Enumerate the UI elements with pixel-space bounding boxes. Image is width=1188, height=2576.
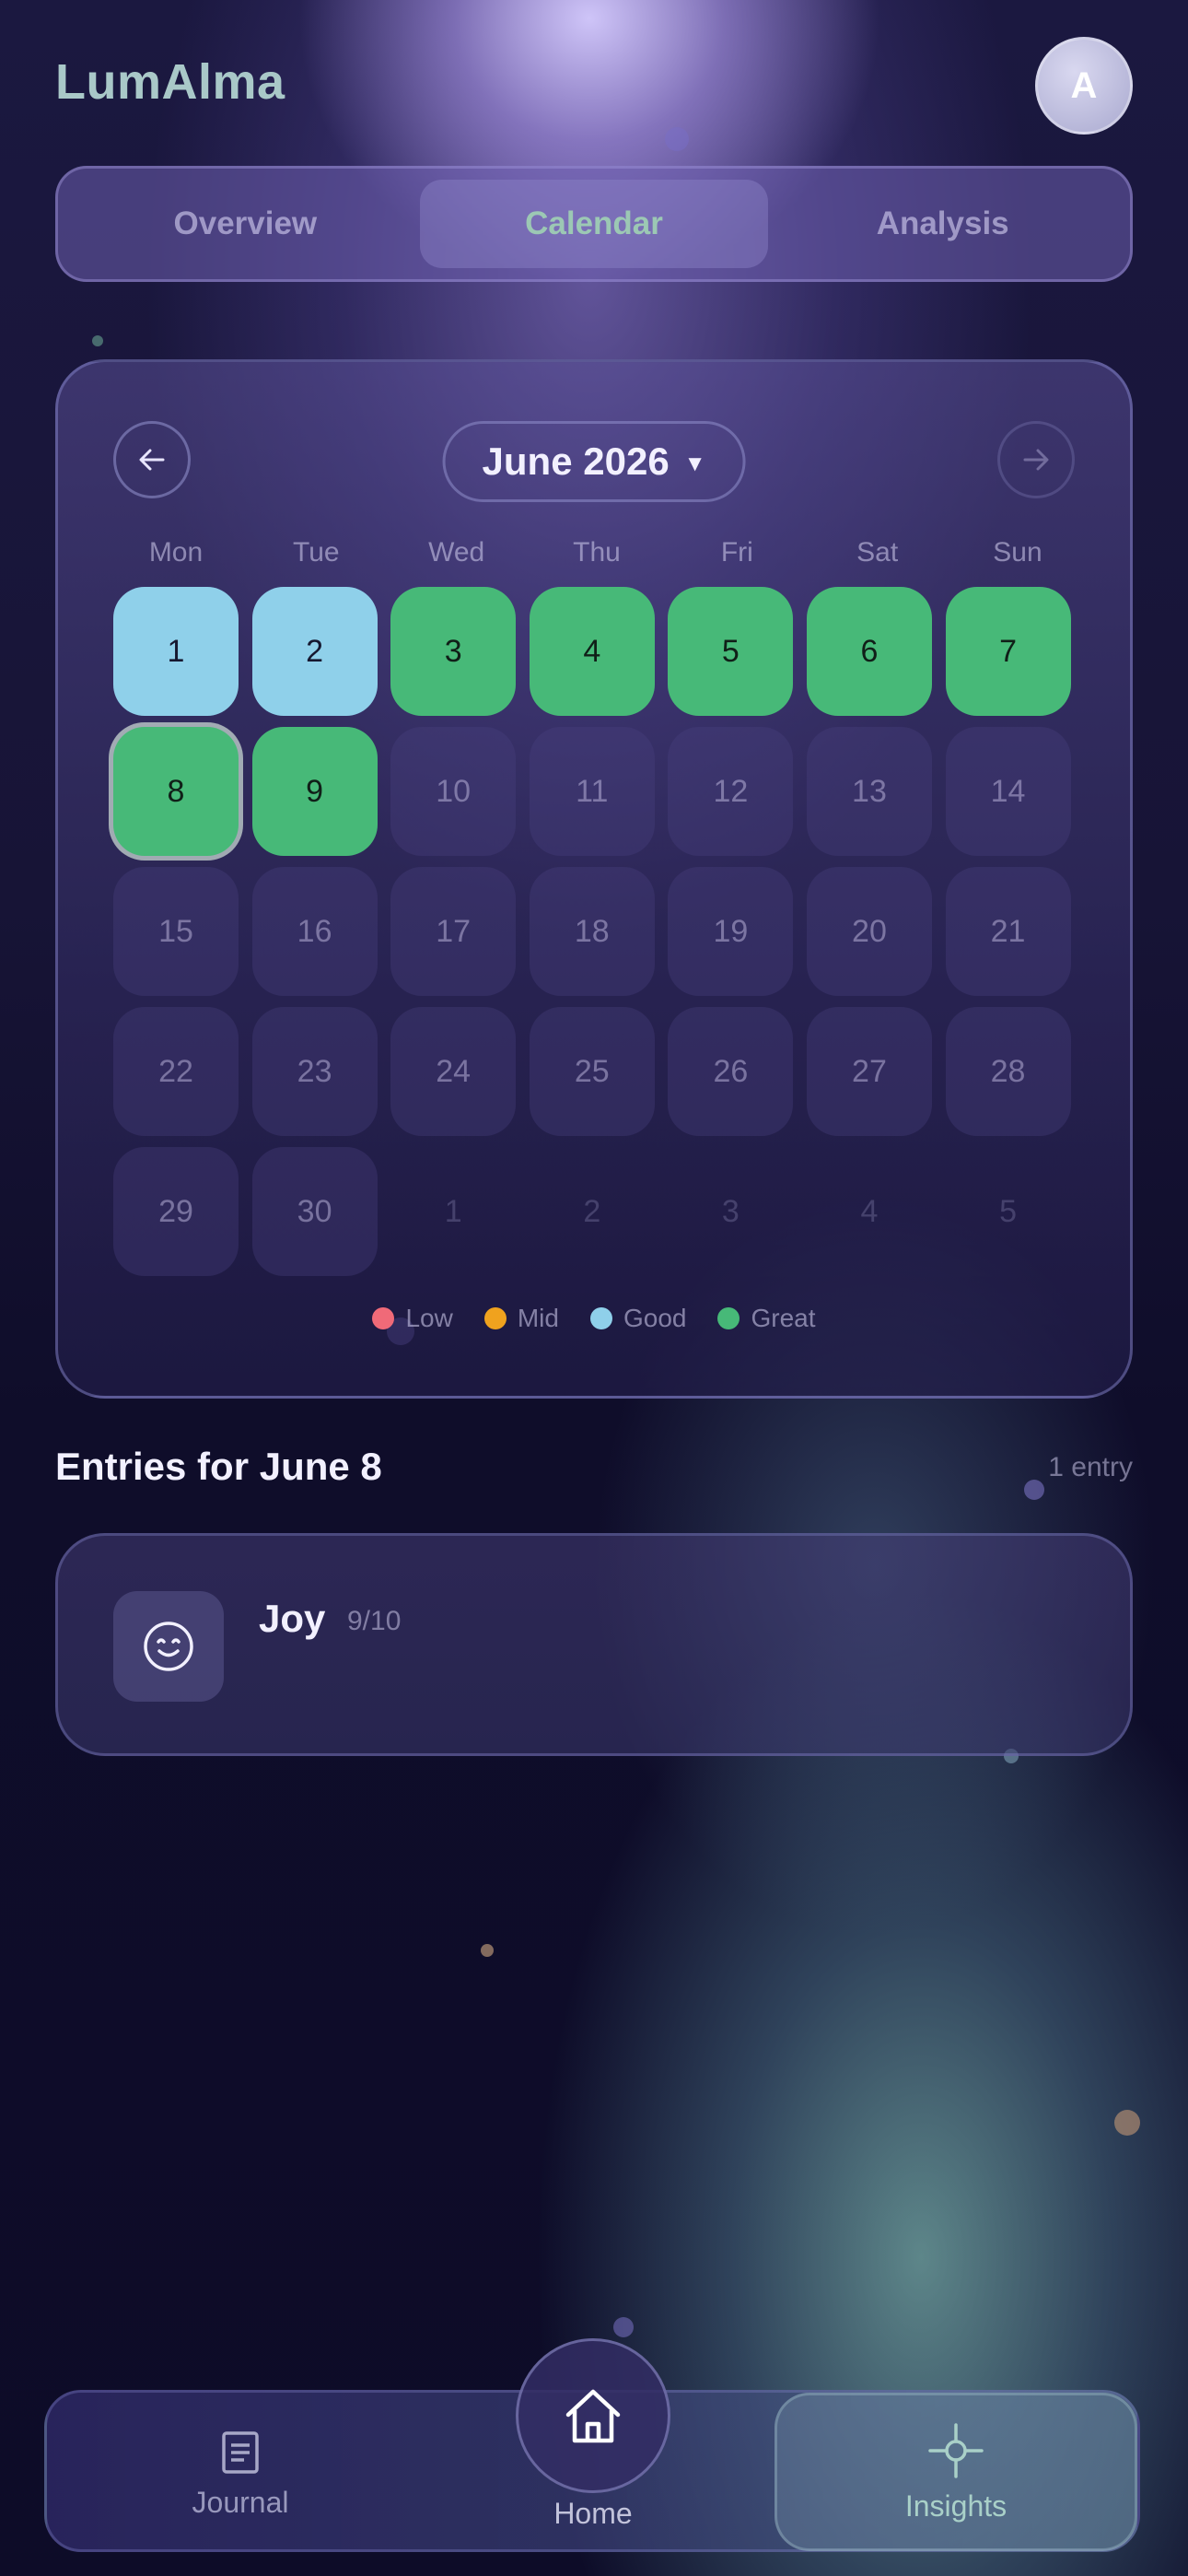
calendar-day[interactable]: 24	[390, 1007, 517, 1136]
entry-card[interactable]: Joy 9/10	[55, 1533, 1133, 1756]
calendar-day[interactable]: 19	[668, 867, 794, 996]
legend-label: Great	[751, 1304, 816, 1332]
entries-header: Entries for June 8 1 entry	[55, 1445, 1133, 1500]
calendar-day[interactable]: 10	[390, 727, 517, 856]
entry-score: 9/10	[347, 1606, 402, 1636]
calendar-day[interactable]: 12	[668, 727, 794, 856]
weekday-label: Thu	[573, 537, 621, 568]
previous-month-button[interactable]	[113, 421, 191, 498]
calendar-day[interactable]: 21	[945, 867, 1071, 996]
calendar-day[interactable]: 16	[251, 867, 378, 996]
weekday-label: Fri	[720, 537, 753, 568]
calendar-day-other-month: 1	[444, 1193, 462, 1229]
legend-item: Low	[372, 1304, 453, 1333]
arrow-right-icon	[1023, 449, 1049, 471]
calendar-day[interactable]: 13	[806, 727, 932, 856]
calendar-day[interactable]: 7	[945, 587, 1071, 716]
calendar-day[interactable]: 22	[113, 1007, 239, 1136]
calendar-day[interactable]: 29	[113, 1147, 239, 1276]
weekday-label: Mon	[148, 537, 204, 568]
particle	[92, 335, 103, 346]
calendar-day[interactable]: 4	[529, 587, 655, 716]
next-month-button[interactable]	[997, 421, 1075, 498]
tab-analysis[interactable]: Analysis	[768, 180, 1117, 268]
calendar-day[interactable]: 30	[251, 1147, 378, 1276]
calendar-day[interactable]: 25	[529, 1007, 655, 1136]
legend-dot	[372, 1307, 395, 1329]
legend-label: Low	[405, 1304, 453, 1332]
legend-item: Great	[717, 1304, 816, 1333]
legend-item: Mid	[483, 1304, 559, 1333]
legend-item: Good	[589, 1304, 687, 1333]
insights-icon	[928, 2422, 984, 2478]
nav-insights-label: Insights	[904, 2488, 1007, 2523]
calendar-day[interactable]: 8	[113, 727, 239, 856]
legend-dot	[589, 1307, 612, 1329]
entries-title: Entries for June 8	[55, 1445, 382, 1488]
calendar-day[interactable]: 20	[806, 867, 932, 996]
arrow-left-icon	[139, 449, 165, 471]
calendar-day[interactable]: 18	[529, 867, 655, 996]
weekday-label: Sun	[993, 537, 1042, 568]
entry-icon-tile	[113, 1591, 224, 1702]
particle	[613, 2317, 634, 2337]
nav-insights[interactable]: Insights	[775, 2393, 1137, 2551]
calendar-day[interactable]: 6	[806, 587, 932, 716]
nav-home-button[interactable]	[516, 2338, 670, 2493]
weekday-header: Mon Tue Wed Thu Fri Sat Sun	[113, 537, 1080, 568]
calendar-day[interactable]: 2	[251, 587, 378, 716]
particle	[481, 1944, 494, 1957]
calendar-day[interactable]: 15	[113, 867, 239, 996]
calendar-day[interactable]: 11	[529, 727, 655, 856]
particle	[1114, 2110, 1140, 2136]
weekday-label: Wed	[428, 537, 485, 568]
particle	[665, 127, 689, 151]
calendar-day[interactable]: 5	[668, 587, 794, 716]
legend-dot	[483, 1307, 507, 1329]
app-title: LumAlma	[55, 54, 285, 110]
calendar-day[interactable]: 27	[806, 1007, 932, 1136]
nav-journal-label: Journal	[192, 2485, 289, 2519]
calendar-day[interactable]: 14	[945, 727, 1071, 856]
month-label: June 2026	[482, 439, 670, 483]
entry-emotion: Joy	[259, 1597, 326, 1640]
entries-count: 1 entry	[1048, 1452, 1133, 1482]
calendar-day[interactable]: 3	[390, 587, 517, 716]
calendar-day-other-month: 2	[583, 1193, 601, 1229]
calendar-day-other-month: 5	[999, 1193, 1018, 1229]
calendar-day[interactable]: 26	[668, 1007, 794, 1136]
mood-legend: Low Mid Good Great	[58, 1304, 1130, 1333]
home-icon	[565, 2389, 621, 2443]
tab-calendar[interactable]: Calendar	[419, 180, 769, 268]
weekday-label: Tue	[293, 537, 340, 568]
weekday-label: Sat	[856, 537, 899, 568]
nav-home-label: Home	[553, 2497, 633, 2530]
calendar-day-other-month: 4	[860, 1193, 879, 1229]
calendar-day[interactable]: 28	[945, 1007, 1071, 1136]
calendar-day[interactable]: 23	[251, 1007, 378, 1136]
header: LumAlma A	[55, 37, 1133, 135]
calendar-grid: 1 2 3 4 5 6 7 8 9 10 11 12 13 14 15 16 17 18 19 20 21 22 23 24 2…	[113, 587, 1080, 1276]
avatar[interactable]: A	[1035, 37, 1133, 135]
calendar-day[interactable]: 17	[390, 867, 517, 996]
tab-overview[interactable]: Overview	[71, 180, 420, 268]
journal-icon	[222, 2430, 259, 2474]
legend-label: Good	[623, 1304, 687, 1332]
smile-icon	[144, 1622, 193, 1671]
calendar-card: June 2026 ▼ Mon Tue Wed Thu Fri Sat Sun …	[55, 359, 1133, 1399]
calendar-day[interactable]: 1	[113, 587, 239, 716]
nav-journal[interactable]: Journal	[102, 2393, 379, 2555]
caret-down-icon: ▼	[683, 451, 706, 476]
segmented-tabs: Overview Calendar Analysis	[55, 166, 1133, 282]
calendar-day-other-month: 3	[721, 1193, 740, 1229]
calendar-day[interactable]: 9	[251, 727, 378, 856]
month-selector[interactable]: June 2026 ▼	[442, 421, 746, 502]
legend-label: Mid	[517, 1304, 559, 1332]
legend-dot	[717, 1307, 740, 1329]
